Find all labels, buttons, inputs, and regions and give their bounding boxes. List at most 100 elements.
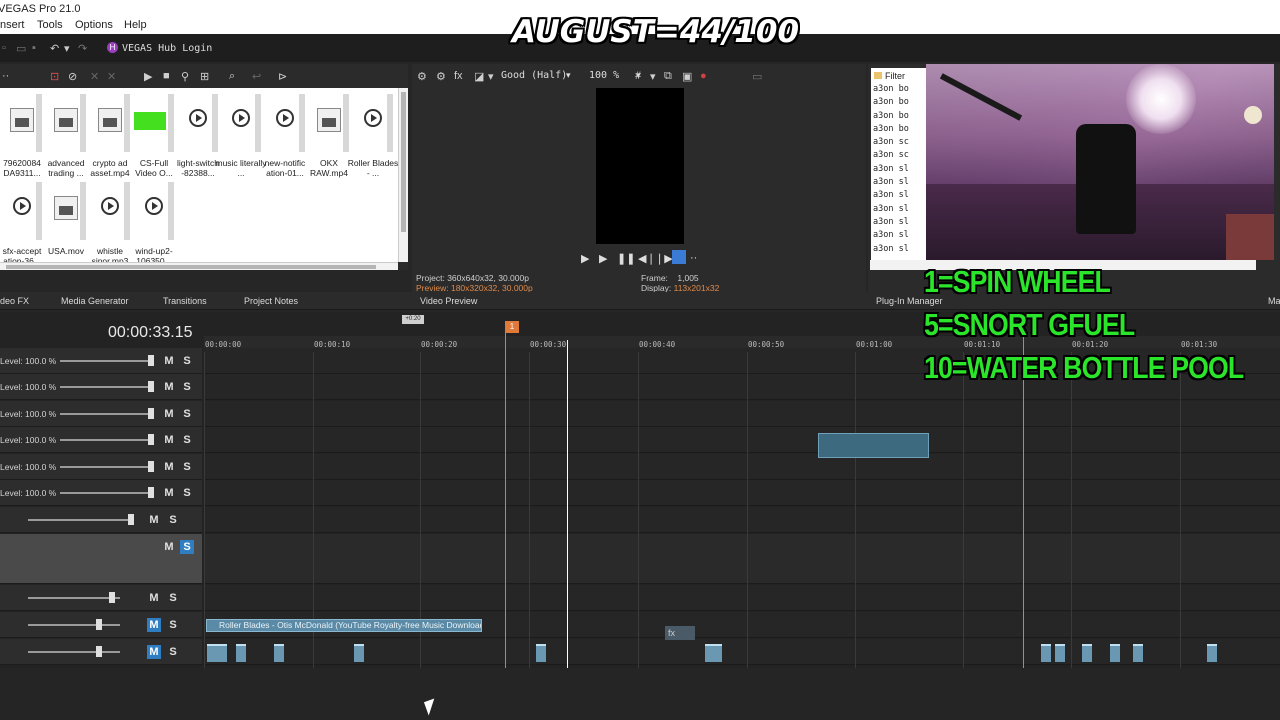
save-snapshot-icon[interactable]: ▣	[682, 70, 692, 83]
pause-icon[interactable]: ❚❚	[617, 252, 635, 265]
menu-options[interactable]: Options	[75, 19, 113, 31]
sfx-event[interactable]	[236, 644, 246, 662]
solo-button[interactable]: S	[166, 618, 180, 632]
solo-button[interactable]: S	[166, 591, 180, 605]
explorer-file-item[interactable]: a3on sl	[871, 177, 931, 190]
mute-button[interactable]: M	[147, 618, 161, 632]
preview-zoom-dropdown[interactable]: 100 %	[589, 70, 619, 81]
undo-dropdown-icon[interactable]: ▾	[64, 42, 70, 55]
track-header[interactable]: Level: 100.0 % M S	[0, 348, 202, 374]
track-header[interactable]: Level: 100.0 % M S	[0, 401, 202, 427]
vegas-hub-login[interactable]: VEGAS Hub Login	[122, 43, 212, 54]
track-level-slider[interactable]	[60, 360, 150, 362]
audio-event-roller-blades[interactable]: Roller Blades - Otis McDonald (YouTube R…	[206, 619, 482, 632]
track-level-slider[interactable]	[60, 413, 150, 415]
mute-button[interactable]: M	[162, 407, 176, 421]
tab-more[interactable]: Ma	[1268, 296, 1280, 306]
play-icon[interactable]: ▶	[144, 70, 152, 83]
sfx-event[interactable]	[1055, 644, 1065, 662]
event-fx-button[interactable]: fx	[665, 626, 695, 640]
play-icon[interactable]: ▶	[599, 252, 607, 265]
sfx-event[interactable]	[712, 644, 722, 662]
copy-snapshot-icon[interactable]: ⧉	[664, 70, 672, 83]
back-icon[interactable]: ↩	[252, 70, 261, 83]
track-slider-knob[interactable]	[148, 381, 154, 392]
remove-unused-icon[interactable]: ✕	[107, 70, 116, 83]
track-level-slider[interactable]	[28, 624, 120, 626]
properties-icon[interactable]: ⚲	[181, 70, 189, 83]
sfx-event[interactable]	[217, 644, 227, 662]
media-horizontal-scrollbar[interactable]	[0, 262, 398, 270]
sfx-event[interactable]	[1041, 644, 1051, 662]
explorer-file-item[interactable]: a3on sl	[871, 164, 931, 177]
explorer-file-item[interactable]: a3on sc	[871, 150, 931, 163]
remove-icon[interactable]: ✕	[90, 70, 99, 83]
media-vertical-scrollbar[interactable]	[398, 88, 408, 262]
mute-button[interactable]: M	[162, 354, 176, 368]
preview-settings-icon[interactable]: ⚙	[417, 70, 427, 83]
explorer-file-item[interactable]: a3on sl	[871, 230, 931, 243]
sfx-event[interactable]	[1133, 644, 1143, 662]
mute-button[interactable]: M	[162, 433, 176, 447]
external-monitor-icon[interactable]: ▭	[752, 70, 762, 83]
explorer-file-item[interactable]: a3on sc	[871, 137, 931, 150]
track-header[interactable]: Level: 100.0 % M S	[0, 454, 202, 480]
track-slider-knob[interactable]	[96, 619, 102, 630]
track-level-slider[interactable]	[28, 519, 132, 521]
mute-button[interactable]: M	[162, 380, 176, 394]
sfx-event[interactable]	[1207, 644, 1217, 662]
overlays-dropdown-icon[interactable]: ▾	[650, 70, 656, 83]
tab-project-notes[interactable]: Project Notes	[244, 296, 298, 306]
loop-region-tag[interactable]: +0:20	[402, 315, 424, 324]
explorer-file-item[interactable]: a3on bo	[871, 97, 931, 110]
track-header[interactable]: MS	[0, 585, 202, 611]
mute-button[interactable]: M	[162, 486, 176, 500]
loop-playback-icon[interactable]	[672, 250, 686, 264]
menu-tools[interactable]: Tools	[37, 19, 63, 31]
transport-more-icon[interactable]: ··	[690, 252, 697, 264]
video-fx-icon[interactable]: fx	[454, 70, 463, 82]
track-slider-knob[interactable]	[109, 592, 115, 603]
track-lane[interactable]	[204, 427, 1280, 453]
save-icon[interactable]: ▪	[32, 42, 36, 54]
explorer-file-item[interactable]: a3on sl	[871, 204, 931, 217]
marker-flag[interactable]: 1	[505, 321, 519, 333]
track-slider-knob[interactable]	[148, 408, 154, 419]
solo-button[interactable]: S	[180, 433, 194, 447]
track-level-slider[interactable]	[60, 439, 150, 441]
track-header[interactable]: Level: 100.0 % M S	[0, 480, 202, 506]
track-lane[interactable]	[204, 507, 1280, 533]
track-slider-knob[interactable]	[96, 646, 102, 657]
more-icon[interactable]: ··	[2, 70, 9, 82]
zoom-chevron-icon[interactable]: ▾	[636, 70, 641, 81]
track-header[interactable]: Level: 100.0 % M S	[0, 427, 202, 453]
solo-button[interactable]: S	[180, 540, 194, 554]
track-header[interactable]: MS	[0, 639, 202, 665]
menu-help[interactable]: Help	[124, 19, 147, 31]
sfx-event[interactable]	[207, 644, 217, 662]
track-lane[interactable]	[204, 454, 1280, 480]
track-lane[interactable]	[204, 401, 1280, 427]
track-level-slider[interactable]	[60, 492, 150, 494]
capture-icon[interactable]: ⊘	[68, 70, 77, 83]
track-level-slider[interactable]	[28, 597, 120, 599]
explorer-file-item[interactable]: a3on bo	[871, 111, 931, 124]
new-icon[interactable]: ▫	[2, 42, 6, 54]
track-header[interactable]: MS	[0, 507, 202, 533]
mute-button[interactable]: M	[147, 591, 161, 605]
mute-button[interactable]: M	[162, 540, 176, 554]
track-lane[interactable]	[204, 534, 1280, 584]
mute-button[interactable]: M	[147, 513, 161, 527]
import-icon[interactable]: ⊡	[50, 70, 59, 83]
sfx-event[interactable]	[1082, 644, 1092, 662]
track-lane[interactable]	[204, 585, 1280, 611]
preview-properties-icon[interactable]: ⚙	[436, 70, 446, 83]
redo-icon[interactable]: ↷	[78, 42, 87, 55]
track-slider-knob[interactable]	[148, 487, 154, 498]
solo-button[interactable]: S	[180, 380, 194, 394]
solo-button[interactable]: S	[166, 513, 180, 527]
mute-button[interactable]: M	[162, 460, 176, 474]
explorer-file-item[interactable]: a3on sl	[871, 244, 931, 257]
explorer-file-item[interactable]: a3on sl	[871, 217, 931, 230]
views-icon[interactable]: ⊞	[200, 70, 209, 83]
